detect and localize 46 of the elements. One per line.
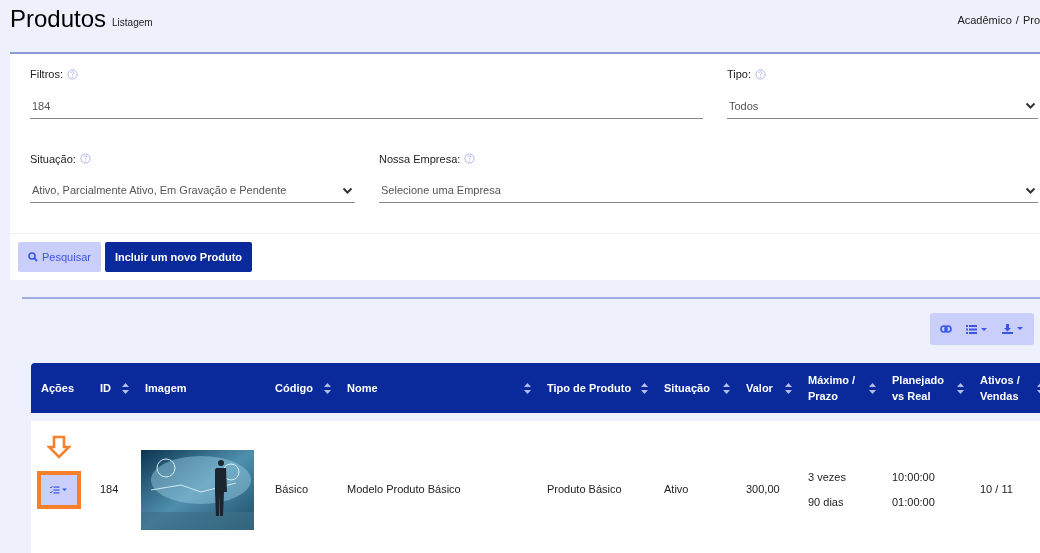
table-cell-text: 01:00:00 [892, 494, 936, 510]
breadcrumb-separator: / [1015, 13, 1019, 28]
table-cell-text: 3 vezes [808, 470, 847, 485]
header-cell[interactable]: Máximo / Prazo [798, 372, 882, 404]
header-cell[interactable]: Código [265, 380, 337, 396]
header-cell[interactable]: ID [90, 380, 135, 396]
page-title: Produtos [10, 4, 107, 34]
field-label: Filtros: [30, 67, 63, 82]
search-button[interactable]: Pesquisar [18, 242, 101, 272]
column-header[interactable]: Nome [347, 380, 378, 396]
table-cell: Básico [275, 483, 309, 496]
breadcrumb-item[interactable]: Pro [1022, 12, 1040, 29]
column-header: Ações [41, 381, 75, 396]
table-cell: 184 [100, 483, 119, 496]
header-cell[interactable]: Planejado vs Real [882, 372, 970, 404]
header-cell[interactable]: Tipo de Produto [537, 380, 654, 396]
table-cell: Ativo [664, 483, 689, 496]
column-header[interactable]: Código [275, 380, 313, 396]
column-header: Imagem [145, 381, 187, 396]
column-header[interactable]: Ativos / Vendas [980, 372, 1036, 404]
select-field[interactable]: Ativo, Parcialmente Ativo, Em Gravação e Pendente [30, 179, 355, 203]
column-header[interactable]: Valor [746, 380, 773, 396]
column-header[interactable]: Máximo / Prazo [808, 372, 864, 404]
header-cell[interactable]: Valor [736, 380, 798, 396]
column-header[interactable]: Situação [664, 380, 710, 396]
header-cell[interactable]: Ativos / Vendas [970, 372, 1040, 404]
table-cell: Produto Básico [547, 483, 622, 496]
select-field[interactable]: Selecione uma Empresa [379, 179, 1038, 203]
add-button[interactable]: Incluir um novo Produto [104, 242, 253, 272]
page-subtitle: Listagem [112, 16, 153, 30]
table-cell-text: 90 dias [808, 494, 845, 510]
header-cell[interactable]: Situação [654, 380, 736, 396]
field-label: Tipo: [727, 67, 752, 82]
table-cell: Modelo Produto Básico [347, 483, 461, 496]
breadcrumb-item[interactable]: Acadêmico [957, 12, 1012, 29]
field-label: Situação: [30, 151, 76, 167]
column-header[interactable]: ID [100, 380, 111, 396]
column-header[interactable]: Tipo de Produto [547, 380, 632, 396]
field-label: Nossa Empresa: [379, 151, 461, 167]
input-field[interactable]: 184 [30, 94, 703, 119]
select-field[interactable]: Todos [727, 94, 1038, 119]
column-header[interactable]: Planejado vs Real [892, 372, 948, 404]
header-cell[interactable]: Nome [337, 380, 537, 396]
table-cell: 10 / 11 [980, 483, 1013, 496]
table-cell: 300,00 [746, 483, 780, 496]
table-cell-text: 10:00:00 [892, 470, 936, 485]
